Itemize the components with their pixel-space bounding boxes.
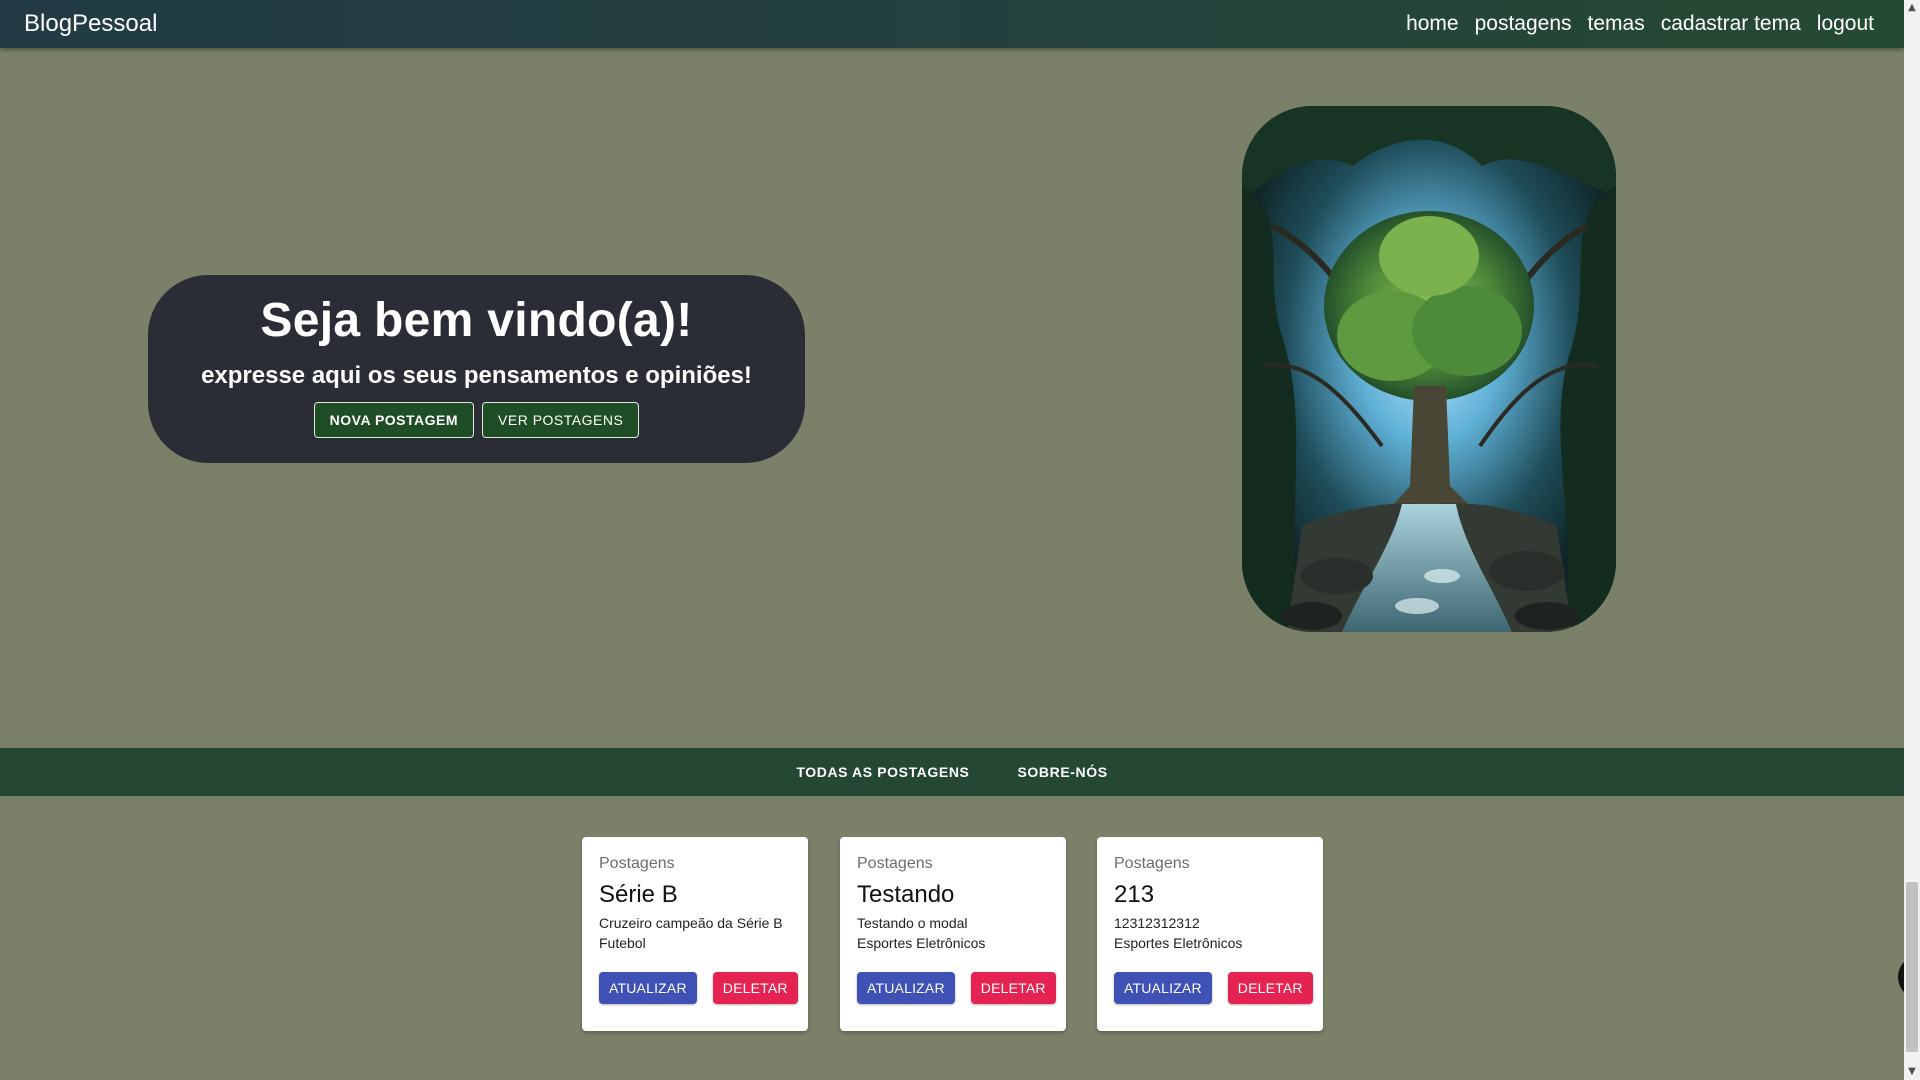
delete-button[interactable]: DELETAR xyxy=(1227,972,1313,1004)
update-button[interactable]: ATUALIZAR xyxy=(599,972,697,1004)
nav-links: home postagens temas cadastrar tema logo… xyxy=(1406,12,1874,36)
tab-todas-as-postagens[interactable]: TODAS AS POSTAGENS xyxy=(772,748,993,796)
tab-sobre-nos[interactable]: SOBRE-NÓS xyxy=(993,748,1131,796)
card-label: Postagens xyxy=(857,855,933,872)
tabs-bar: TODAS AS POSTAGENS SOBRE-NÓS xyxy=(0,748,1904,796)
welcome-box: Seja bem vindo(a)! expresse aqui os seus… xyxy=(148,275,805,463)
card-theme: Esportes Eletrônicos xyxy=(857,935,986,951)
hero-section: Seja bem vindo(a)! expresse aqui os seus… xyxy=(0,48,1904,748)
card-title: 213 xyxy=(1114,881,1155,908)
card-theme: Esportes Eletrônicos xyxy=(1114,935,1243,951)
nav-link-home[interactable]: home xyxy=(1406,12,1459,36)
update-button[interactable]: ATUALIZAR xyxy=(857,972,955,1004)
scroll-thumb[interactable] xyxy=(1906,882,1918,1052)
post-card: Postagens Testando Testando o modal Espo… xyxy=(840,837,1066,1031)
page-scrollbar[interactable]: ▲ ▼ xyxy=(1904,0,1920,1080)
card-text: Testando o modal xyxy=(857,915,968,931)
card-title: Testando xyxy=(857,881,955,908)
post-card: Postagens Série B Cruzeiro campeão da Sé… xyxy=(582,837,808,1031)
nav-link-temas[interactable]: temas xyxy=(1588,12,1645,36)
card-theme: Futebol xyxy=(599,935,646,951)
welcome-title: Seja bem vindo(a)! xyxy=(260,294,693,347)
update-button[interactable]: ATUALIZAR xyxy=(1114,972,1212,1004)
post-card: Postagens 213 12312312312 Esportes Eletr… xyxy=(1097,837,1323,1031)
view-posts-button[interactable]: VER POSTAGENS xyxy=(482,402,640,438)
card-label: Postagens xyxy=(599,855,675,872)
card-actions: ATUALIZAR DELETAR xyxy=(1114,972,1313,1004)
card-actions: ATUALIZAR DELETAR xyxy=(599,972,798,1004)
scroll-down-icon[interactable]: ▼ xyxy=(1904,1064,1920,1080)
brand-logo[interactable]: BlogPessoal xyxy=(24,10,157,38)
page: BlogPessoal home postagens temas cadastr… xyxy=(0,0,1920,1080)
delete-button[interactable]: DELETAR xyxy=(712,972,798,1004)
nav-link-postagens[interactable]: postagens xyxy=(1475,12,1572,36)
delete-button[interactable]: DELETAR xyxy=(970,972,1056,1004)
card-title: Série B xyxy=(599,881,678,908)
welcome-subtitle: expresse aqui os seus pensamentos e opin… xyxy=(201,362,752,389)
card-actions: ATUALIZAR DELETAR xyxy=(857,972,1056,1004)
new-post-button[interactable]: NOVA POSTAGEM xyxy=(313,402,475,438)
nav-link-logout[interactable]: logout xyxy=(1817,12,1874,36)
posts-section: Postagens Série B Cruzeiro campeão da Sé… xyxy=(0,796,1904,1080)
scroll-up-icon[interactable]: ▲ xyxy=(1904,0,1920,16)
nav-link-cadastrar-tema[interactable]: cadastrar tema xyxy=(1661,12,1801,36)
card-text: 12312312312 xyxy=(1114,915,1200,931)
forest-tree-image xyxy=(1242,106,1616,632)
card-label: Postagens xyxy=(1114,855,1190,872)
card-text: Cruzeiro campeão da Série B xyxy=(599,915,783,931)
hero-buttons: NOVA POSTAGEM VER POSTAGENS xyxy=(148,402,805,438)
top-navbar: BlogPessoal home postagens temas cadastr… xyxy=(0,0,1904,48)
